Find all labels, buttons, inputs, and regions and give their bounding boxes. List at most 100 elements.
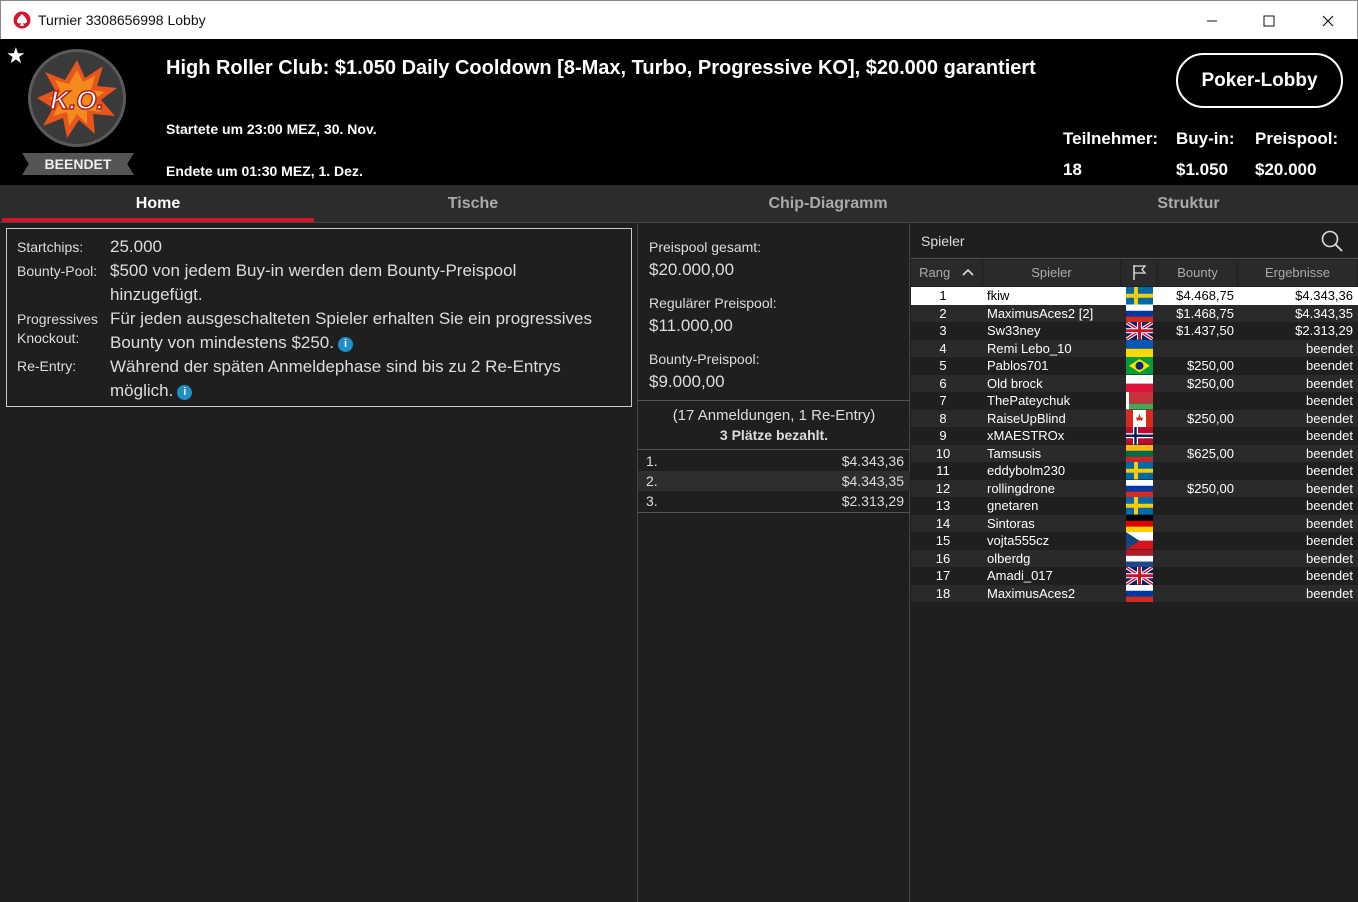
player-result: $4.343,35: [1295, 305, 1353, 321]
country-flag-icon: [1126, 497, 1153, 515]
player-row[interactable]: 1 fkiw $4.468,75 $4.343,36: [911, 287, 1358, 305]
player-row[interactable]: 5 Pablos701 $250,00 beendet: [911, 357, 1358, 375]
player-result: beendet: [1306, 340, 1353, 356]
player-row[interactable]: 12 rollingdrone $250,00 beendet: [911, 479, 1358, 497]
player-row[interactable]: 18 MaximusAces2 beendet: [911, 584, 1358, 602]
column-header-country[interactable]: [1121, 260, 1158, 286]
payout-amount: $4.343,35: [841, 473, 904, 489]
info-icon[interactable]: i: [337, 337, 353, 352]
player-name: Amadi_017: [987, 568, 1053, 583]
search-icon[interactable]: [1320, 229, 1344, 253]
player-row[interactable]: 14 Sintoras beendet: [911, 514, 1358, 532]
maximize-icon: [1263, 15, 1275, 26]
tournament-title: High Roller Club: $1.050 Daily Cooldown …: [166, 57, 1036, 79]
player-row[interactable]: 11 eddybolm230 beendet: [911, 462, 1358, 480]
favorite-star-icon[interactable]: ★: [6, 43, 26, 69]
player-row[interactable]: 7 ThePateychuk beendet: [911, 392, 1358, 410]
player-name: fkiw: [987, 288, 1010, 303]
player-name: Sw33ney: [987, 323, 1041, 338]
column-header-player[interactable]: Spieler: [983, 260, 1121, 286]
player-rank: 14: [935, 515, 951, 531]
country-flag-icon: [1126, 339, 1153, 357]
player-bounty: $625,00: [1187, 445, 1234, 461]
player-rank: 3: [939, 323, 947, 338]
poker-lobby-button[interactable]: Poker-Lobby: [1176, 53, 1343, 108]
bounty-prizepool-label: Bounty-Preispool:: [649, 351, 760, 367]
tournament-info-panel: Startchips: 25.000 Bounty-Pool: $500 von…: [6, 228, 632, 407]
players-panel: Spieler Rang Spieler Bounty Ergebnisse 1…: [911, 223, 1358, 902]
country-flag-icon: [1126, 322, 1153, 340]
player-row[interactable]: 13 gnetaren beendet: [911, 497, 1358, 515]
window-titlebar: Turnier 3308656998 Lobby: [0, 0, 1358, 39]
end-time: Endete um 01:30 MEZ, 1. Dez.: [166, 163, 363, 179]
player-row[interactable]: 6 Old brock $250,00 beendet: [911, 374, 1358, 392]
player-name: olberdg: [987, 550, 1031, 566]
close-button[interactable]: [1298, 1, 1358, 40]
rank-header-label: Rang: [919, 265, 951, 280]
pko-value-text: Bounty von mindestens $250.: [110, 333, 334, 352]
player-rank: 11: [936, 463, 950, 478]
maximize-button[interactable]: [1239, 1, 1299, 40]
active-tab-indicator: [2, 218, 314, 222]
startchips-label: Startchips:: [17, 239, 84, 255]
pko-value-line2: Bounty von mindestens $250. i: [110, 331, 353, 355]
tab-chip-chart[interactable]: Chip-Diagramm: [637, 185, 1019, 223]
player-row[interactable]: 16 olberdg beendet: [911, 549, 1358, 567]
tab-structure[interactable]: Struktur: [1019, 185, 1358, 223]
entries-count: (17 Anmeldungen, 1 Re-Entry): [672, 407, 876, 424]
player-bounty: $1.468,75: [1176, 305, 1234, 321]
player-rank: 7: [939, 393, 947, 408]
pko-label-line2: Knockout:: [17, 330, 80, 346]
tab-tables[interactable]: Tische: [314, 185, 632, 223]
pokerstars-logo-icon: [13, 11, 31, 29]
player-row[interactable]: 15 vojta555cz beendet: [911, 532, 1358, 550]
player-name: rollingdrone: [987, 480, 1055, 496]
country-flag-icon: [1126, 549, 1153, 567]
player-name: Sintoras: [987, 515, 1035, 531]
player-rank: 15: [935, 533, 951, 548]
column-header-rank[interactable]: Rang: [911, 260, 983, 286]
player-result: beendet: [1306, 515, 1353, 531]
player-result: $4.343,36: [1295, 288, 1353, 303]
player-row[interactable]: 10 Tamsusis $625,00 beendet: [911, 444, 1358, 462]
player-row[interactable]: 17 Amadi_017 beendet: [911, 567, 1358, 585]
prizepool-value: $20.000: [1255, 160, 1317, 179]
player-result: beendet: [1306, 393, 1353, 408]
country-flag-icon: [1126, 532, 1153, 550]
prize-pool-panel: Preispool gesamt: $20.000,00 Regulärer P…: [637, 223, 910, 902]
player-row[interactable]: 3 Sw33ney $1.437,50 $2.313,29: [911, 322, 1358, 340]
bounty-pool-value-line1: $500 von jedem Buy-in werden dem Bounty-…: [110, 261, 517, 280]
player-bounty: $4.468,75: [1176, 288, 1234, 303]
player-name: MaximusAces2: [987, 585, 1076, 601]
pko-value-line1: Für jeden ausgeschalteten Spieler erhalt…: [110, 309, 592, 328]
country-flag-icon: [1126, 374, 1153, 392]
buyin-value: $1.050: [1176, 160, 1228, 179]
column-header-results[interactable]: Ergebnisse: [1238, 260, 1358, 286]
player-result: beendet: [1306, 550, 1353, 566]
player-bounty: $250,00: [1187, 358, 1234, 373]
total-prizepool-label: Preispool gesamt:: [649, 239, 762, 255]
player-row[interactable]: 8 RaiseUpBlind $250,00 beendet: [911, 409, 1358, 427]
player-name: MaximusAces2 [2]: [987, 305, 1094, 321]
player-row[interactable]: 2 MaximusAces2 [2] $1.468,75 $4.343,35: [911, 304, 1358, 322]
country-flag-icon: [1126, 567, 1153, 585]
player-name: ThePateychuk: [987, 393, 1071, 408]
players-title: Spieler: [921, 233, 965, 249]
flag-icon: [1133, 265, 1147, 280]
participants-label: Teilnehmer:: [1063, 129, 1159, 148]
pko-label-line1: Progressives: [17, 311, 98, 327]
player-name: eddybolm230: [987, 463, 1066, 478]
player-row[interactable]: 4 Remi Lebo_10 beendet: [911, 339, 1358, 357]
column-header-bounty[interactable]: Bounty: [1158, 260, 1238, 286]
player-result: beendet: [1306, 480, 1353, 496]
player-row[interactable]: 9 xMAESTROx beendet: [911, 427, 1358, 445]
info-icon[interactable]: i: [177, 385, 193, 400]
sort-ascending-icon: [962, 268, 974, 276]
player-name: Pablos701: [987, 358, 1049, 373]
divider: [638, 512, 910, 513]
startchips-value: 25.000: [110, 237, 162, 256]
payout-row: 2. $4.343,35: [638, 471, 910, 491]
player-name: Remi Lebo_10: [987, 340, 1072, 356]
player-name: vojta555cz: [987, 533, 1050, 548]
minimize-button[interactable]: [1182, 1, 1242, 40]
